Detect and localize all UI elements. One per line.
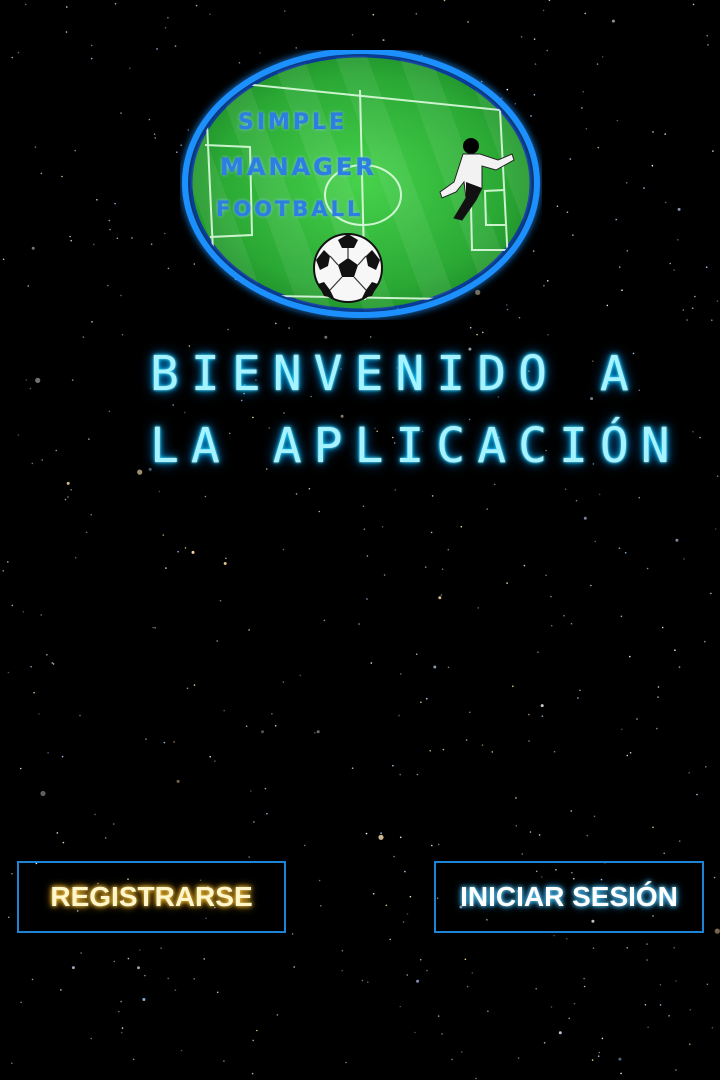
login-button[interactable]: INICIAR SESIÓN bbox=[434, 861, 704, 933]
welcome-title-line-2: LA APLICACIÓN bbox=[150, 418, 682, 474]
register-button-label: REGISTRARSE bbox=[50, 881, 253, 912]
soccer-ball-icon bbox=[313, 233, 383, 303]
login-button-label: INICIAR SESIÓN bbox=[460, 881, 678, 912]
register-button[interactable]: REGISTRARSE bbox=[17, 861, 286, 933]
logo-title-line-2: MANAGER bbox=[220, 153, 377, 181]
welcome-title-line-1: BIENVENIDO A bbox=[150, 346, 641, 402]
logo-title-line-1: SIMPLE bbox=[238, 110, 348, 135]
welcome-screen: SIMPLE MANAGER FOOTBALL BIENVENIDO A LA … bbox=[0, 0, 720, 1080]
logo-title-line-3: FOOTBALL bbox=[216, 197, 364, 221]
app-logo: SIMPLE MANAGER FOOTBALL bbox=[180, 50, 542, 320]
